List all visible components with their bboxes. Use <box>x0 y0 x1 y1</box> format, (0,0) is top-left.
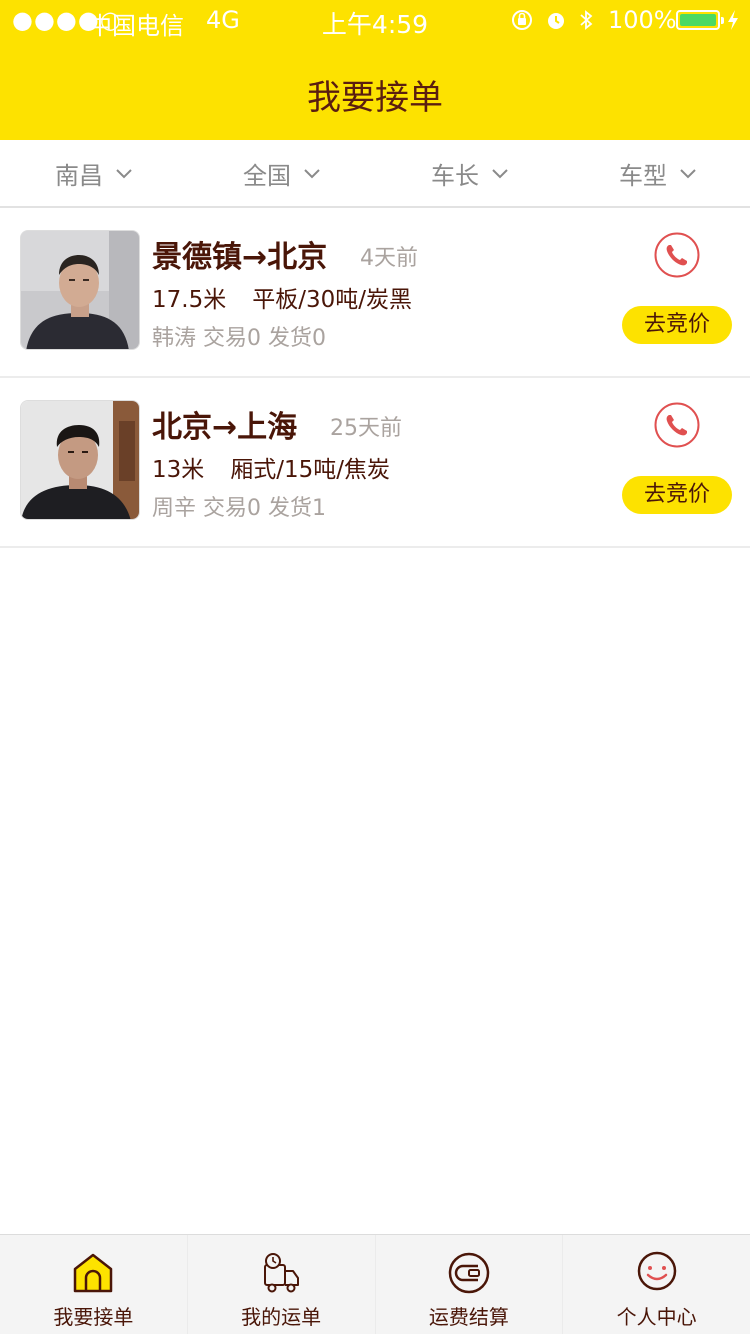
chevron-down-icon <box>492 169 508 179</box>
avatar <box>20 230 140 350</box>
filter-label: 车长 <box>431 161 479 190</box>
shipper-name: 周辛 <box>152 496 197 521</box>
tab-label: 我要接单 <box>53 1305 134 1329</box>
filter-label: 南昌 <box>55 161 103 190</box>
chevron-down-icon <box>304 169 320 179</box>
status-bar: ●●●●○ 中国电信 4G 上午4:59 100% <box>0 0 750 40</box>
vehicle-length: 13米 <box>152 457 205 483</box>
rotation-lock-icon <box>512 10 532 30</box>
chevron-down-icon <box>680 169 696 179</box>
truck-clock-icon <box>264 1253 300 1293</box>
wallet-icon <box>448 1252 490 1294</box>
shipment-count: 发货0 <box>268 326 327 351</box>
shipper-info: 韩涛 交易0 发货0 <box>152 320 326 352</box>
order-route: 北京→上海 <box>152 410 298 445</box>
battery-icon <box>676 10 724 30</box>
nav-bar: 我要接单 <box>0 40 750 140</box>
bid-button[interactable]: 去竞价 <box>622 306 732 344</box>
chevron-down-icon <box>116 169 132 179</box>
order-posted-time: 25天前 <box>330 416 402 441</box>
phone-icon[interactable] <box>654 402 700 448</box>
order-spec: 13米 厢式/15吨/焦炭 <box>152 450 390 484</box>
filter-label: 全国 <box>243 161 291 190</box>
battery-level <box>680 14 716 26</box>
alarm-icon <box>548 13 564 29</box>
smiley-icon <box>637 1251 676 1291</box>
battery-percent: 100% <box>608 6 677 34</box>
tab-my-waybills[interactable]: 我的运单 <box>188 1235 376 1334</box>
filter-origin[interactable]: 南昌 <box>0 140 188 206</box>
bid-button[interactable]: 去竞价 <box>622 476 732 514</box>
trade-count: 交易0 <box>203 496 262 521</box>
trade-count: 交易0 <box>203 326 262 351</box>
order-card[interactable]: 北京→上海 25天前 13米 厢式/15吨/焦炭 周辛 交易0 发货1 去竞价 <box>0 378 750 548</box>
vehicle-length: 17.5米 <box>152 287 227 313</box>
tab-label: 运费结算 <box>428 1305 509 1329</box>
bluetooth-icon <box>580 10 593 30</box>
cargo-info: 厢式/15吨/焦炭 <box>230 457 391 483</box>
tab-profile[interactable]: 个人中心 <box>563 1235 750 1334</box>
filter-vehicle-type[interactable]: 车型 <box>564 140 750 206</box>
order-card[interactable]: 景德镇→北京 4天前 17.5米 平板/30吨/炭黑 韩涛 交易0 发货0 去竞价 <box>0 208 750 378</box>
shipment-count: 发货1 <box>268 496 327 521</box>
avatar <box>20 400 140 520</box>
filter-destination[interactable]: 全国 <box>188 140 376 206</box>
home-icon <box>74 1253 113 1293</box>
order-posted-time: 4天前 <box>360 246 418 271</box>
phone-icon[interactable] <box>654 232 700 278</box>
order-spec: 17.5米 平板/30吨/炭黑 <box>152 280 412 314</box>
cargo-info: 平板/30吨/炭黑 <box>252 287 412 313</box>
tab-freight-settlement[interactable]: 运费结算 <box>376 1235 564 1334</box>
filter-bar: 南昌 全国 车长 车型 <box>0 140 750 208</box>
tab-label: 我的运单 <box>241 1305 322 1329</box>
tab-take-orders[interactable]: 我要接单 <box>0 1235 188 1334</box>
shipper-info: 周辛 交易0 发货1 <box>152 490 326 522</box>
shipper-name: 韩涛 <box>152 326 197 351</box>
filter-label: 车型 <box>619 161 667 190</box>
order-route: 景德镇→北京 <box>152 240 328 275</box>
charging-icon <box>728 10 738 30</box>
filter-vehicle-length[interactable]: 车长 <box>376 140 564 206</box>
tab-label: 个人中心 <box>616 1305 697 1329</box>
tab-bar: 我要接单 我的运单 运费结算 个人中心 <box>0 1234 750 1334</box>
page-title: 我要接单 <box>307 78 443 118</box>
